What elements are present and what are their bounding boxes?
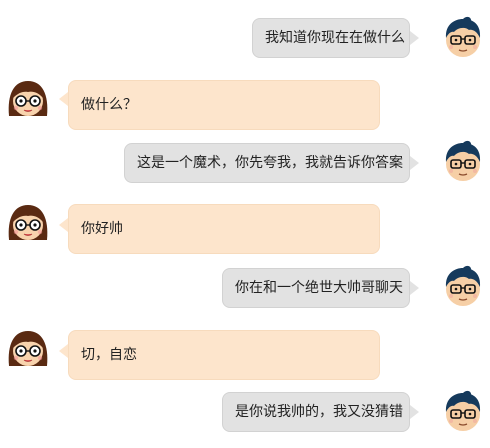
bubble-tail bbox=[59, 344, 68, 358]
boy-avatar-icon[interactable] bbox=[441, 16, 485, 60]
message-text: 你好帅 bbox=[81, 221, 123, 237]
message-text: 我知道你现在在做什么 bbox=[265, 30, 405, 46]
message-text: 做什么？ bbox=[81, 97, 137, 113]
received-message-bubble: 做什么？ bbox=[68, 80, 380, 130]
message-text: 你在和一个绝世大帅哥聊天 bbox=[235, 280, 403, 296]
boy-avatar-icon[interactable] bbox=[441, 140, 485, 184]
girl-avatar-icon[interactable] bbox=[6, 326, 50, 370]
boy-avatar-icon[interactable] bbox=[441, 390, 485, 434]
message-text: 是你说我帅的，我又没猜错 bbox=[235, 404, 403, 420]
bubble-tail bbox=[410, 405, 419, 419]
bubble-tail bbox=[410, 281, 419, 295]
bubble-tail bbox=[410, 156, 419, 170]
sent-message-bubble: 你在和一个绝世大帅哥聊天 bbox=[222, 268, 410, 308]
sent-message-bubble: 这是一个魔术，你先夸我，我就告诉你答案 bbox=[124, 143, 410, 183]
boy-avatar-icon[interactable] bbox=[441, 265, 485, 309]
received-message-bubble: 切，自恋 bbox=[68, 330, 380, 380]
message-text: 这是一个魔术，你先夸我，我就告诉你答案 bbox=[137, 155, 403, 171]
message-text: 切，自恋 bbox=[81, 347, 137, 363]
sent-message-bubble: 我知道你现在在做什么 bbox=[252, 18, 410, 58]
bubble-tail bbox=[59, 92, 68, 106]
bubble-tail bbox=[59, 218, 68, 232]
received-message-bubble: 你好帅 bbox=[68, 204, 380, 254]
sent-message-bubble: 是你说我帅的，我又没猜错 bbox=[222, 392, 410, 432]
girl-avatar-icon[interactable] bbox=[6, 200, 50, 244]
bubble-tail bbox=[410, 31, 419, 45]
girl-avatar-icon[interactable] bbox=[6, 76, 50, 120]
